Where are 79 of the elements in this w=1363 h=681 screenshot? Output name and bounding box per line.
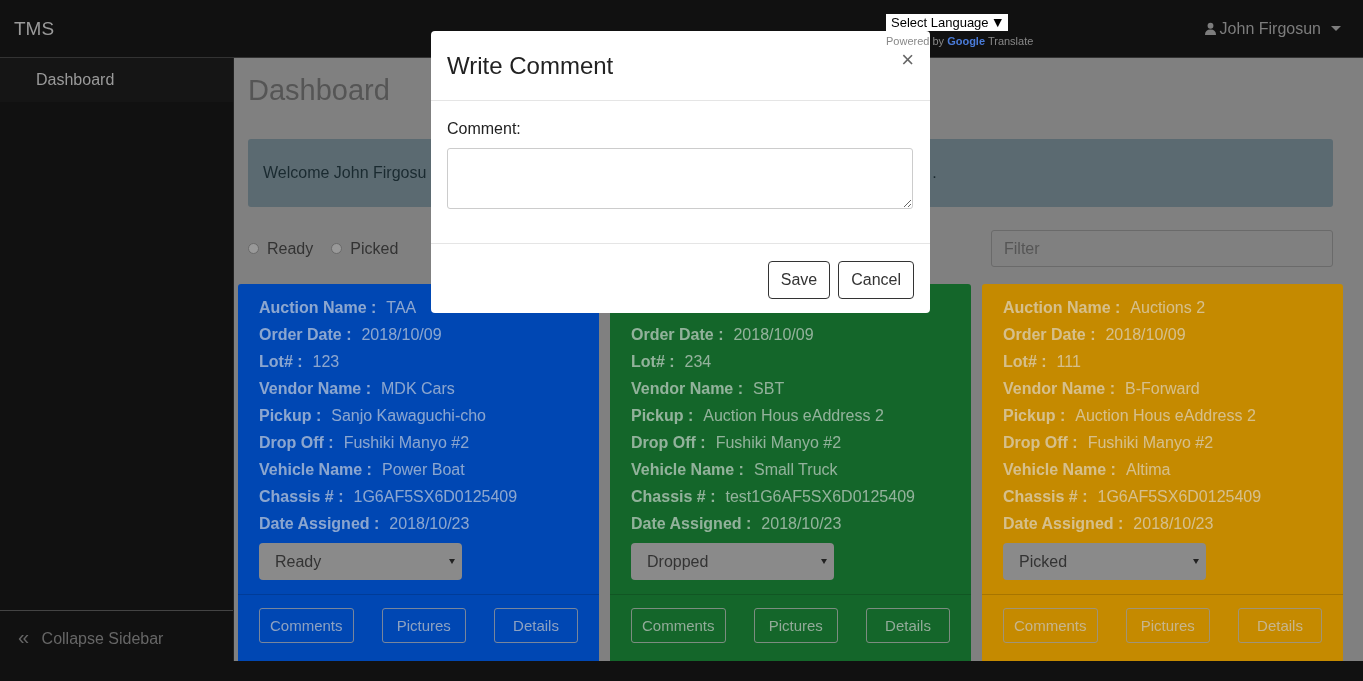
field-value: 1G6AF5SX6D0125409 [1097, 488, 1262, 505]
field-label: Auction Name : [1003, 299, 1121, 316]
powered-by-text: Powered by Google Translate [886, 35, 1034, 47]
field-value: 1G6AF5SX6D0125409 [353, 488, 518, 505]
field-label: Order Date : [259, 326, 352, 343]
field-label: Chassis # : [1003, 488, 1088, 505]
field-value: Small Truck [753, 461, 838, 478]
comment-field[interactable] [447, 148, 913, 209]
field-label: Chassis # : [631, 488, 716, 505]
field-value: MDK Cars [381, 380, 455, 397]
radio-label: Picked [350, 239, 399, 258]
field-label: Chassis # : [259, 488, 344, 505]
field-label: Drop Off : [1003, 434, 1078, 451]
field-value: Power Boat [381, 461, 465, 478]
brand-name[interactable]: TMS [14, 17, 55, 40]
field-value: Fushiki Manyo #2 [343, 434, 470, 451]
radio-button[interactable] [248, 243, 259, 254]
dialog-button[interactable]: Cancel [838, 261, 914, 299]
field-label: Order Date : [631, 326, 724, 343]
field-label: Date Assigned : [259, 515, 380, 532]
field-label: Drop Off : [259, 434, 334, 451]
field-value: Sanjo Kawaguchi-cho [331, 407, 486, 424]
field-value: 2018/10/23 [761, 515, 842, 532]
radio-button[interactable] [331, 243, 343, 254]
field-value: 2018/10/23 [1133, 515, 1214, 532]
field-value: 2018/10/09 [733, 326, 814, 343]
field-label: Vehicle Name : [1003, 461, 1116, 478]
welcome-text-end: . [932, 164, 937, 182]
field-label: Vendor Name : [259, 380, 372, 397]
field-label: Lot# : [1003, 353, 1047, 370]
field-label: Lot# : [631, 353, 675, 370]
close-button[interactable]: × [901, 50, 914, 70]
field-label: Date Assigned : [1003, 515, 1124, 532]
card-button[interactable]: Pictures [753, 608, 838, 643]
status-select[interactable]: Picked [1003, 543, 1206, 580]
field-value: TAA [386, 299, 417, 316]
field-value: Altima [1125, 461, 1171, 478]
status-select[interactable]: Dropped [631, 543, 834, 580]
field-value: 234 [684, 353, 712, 370]
field-value: 2018/10/09 [361, 326, 442, 343]
card-button[interactable]: Comments [631, 608, 726, 643]
field-label: Pickup : [631, 407, 694, 424]
field-value: 123 [312, 353, 340, 370]
field-label: Vehicle Name : [631, 461, 744, 478]
dialog-title: Write Comment [447, 51, 614, 80]
field-label: Comment: [447, 120, 522, 138]
card-button[interactable]: Details [494, 608, 578, 643]
field-label: Vehicle Name : [259, 461, 372, 478]
card-button[interactable]: Pictures [381, 608, 466, 643]
dialog-button[interactable]: Save [767, 261, 831, 299]
field-value: SBT [753, 380, 785, 397]
field-label: Pickup : [1003, 407, 1066, 424]
sidebar-item[interactable]: Dashboard [0, 58, 233, 102]
welcome-text: Welcome John Firgosu [263, 164, 427, 182]
field-label: Pickup : [259, 407, 322, 424]
field-value: test1G6AF5SX6D0125409 [725, 488, 915, 505]
field-label: Vendor Name : [1003, 380, 1116, 397]
card-button[interactable]: Details [866, 608, 950, 643]
user-menu[interactable]: John Firgosun [1219, 19, 1321, 38]
field-value: B-Forward [1125, 380, 1200, 397]
field-label: Date Assigned : [631, 515, 752, 532]
field-value: 111 [1056, 353, 1081, 370]
field-value: Auction Hous eAddress 2 [1075, 407, 1256, 424]
field-label: Order Date : [1003, 326, 1096, 343]
status-select[interactable]: Ready [259, 543, 462, 580]
user-icon [1204, 22, 1216, 35]
radio-label: Ready [267, 239, 314, 258]
field-label: Vendor Name : [631, 380, 744, 397]
field-value: Auctions 2 [1130, 299, 1206, 316]
field-value: Fushiki Manyo #2 [715, 434, 842, 451]
field-value: 2018/10/23 [389, 515, 470, 532]
field-value: Auction Hous eAddress 2 [703, 407, 884, 424]
field-label: Auction Name : [259, 299, 377, 316]
caret-icon [1331, 26, 1341, 31]
card-button[interactable]: Comments [259, 608, 354, 643]
field-label: Drop Off : [631, 434, 706, 451]
field-value: 2018/10/09 [1105, 326, 1186, 343]
language-select[interactable]: Select Language ▼ [886, 14, 1009, 31]
field-label: Lot# : [259, 353, 303, 370]
